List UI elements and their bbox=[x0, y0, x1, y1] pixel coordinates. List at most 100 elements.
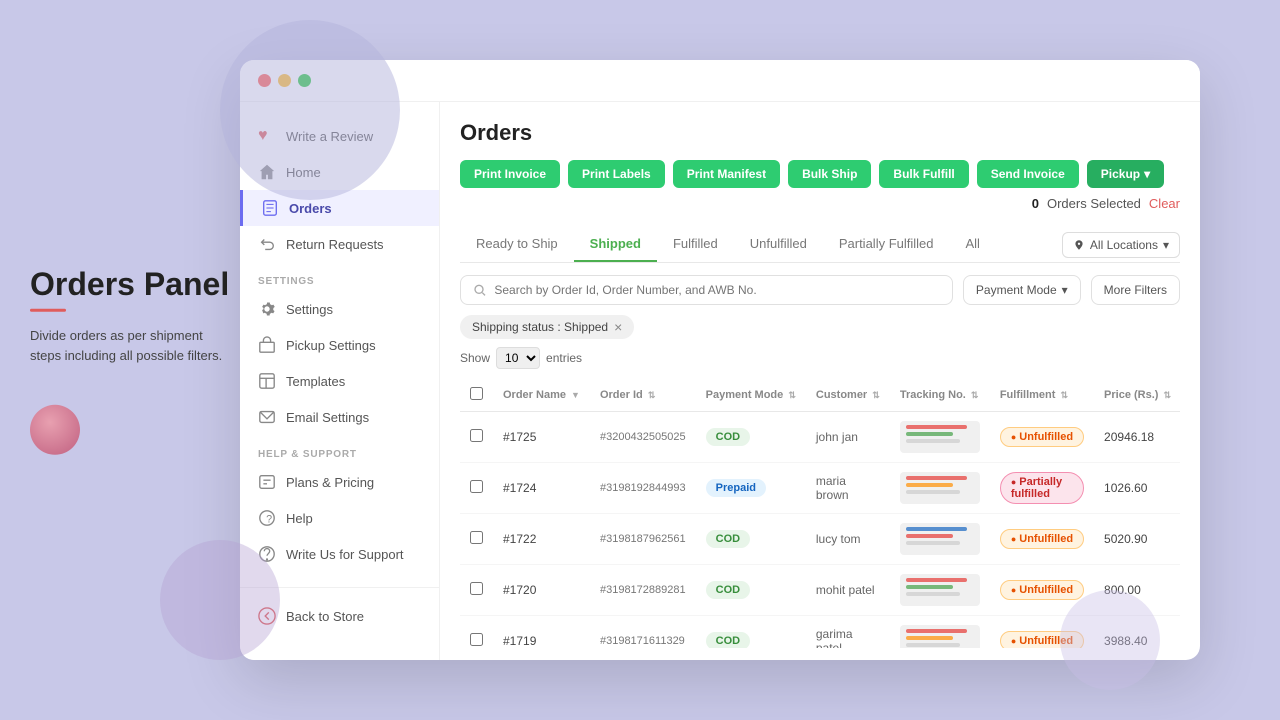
active-filters-row: Shipping status : Shipped × bbox=[460, 315, 1180, 347]
sidebar-label-help: Help bbox=[286, 511, 313, 526]
row-payment-mode: COD bbox=[696, 616, 806, 649]
row-order-id: #3198171611329 bbox=[590, 616, 696, 649]
search-input[interactable] bbox=[494, 283, 940, 297]
tab-fulfilled[interactable]: Fulfilled bbox=[657, 227, 734, 262]
customer-sort-icon: ⇅ bbox=[872, 390, 880, 400]
payment-mode-filter[interactable]: Payment Mode ▾ bbox=[963, 275, 1081, 305]
row-checkbox-cell bbox=[460, 514, 493, 565]
col-price[interactable]: Price (Rs.) ⇅ bbox=[1094, 379, 1180, 412]
row-price: 5020.90 bbox=[1094, 514, 1180, 565]
sidebar-item-pickup-settings[interactable]: Pickup Settings bbox=[240, 327, 439, 363]
row-order-name: #1720 bbox=[493, 565, 590, 616]
location-filter-label: All Locations bbox=[1090, 238, 1158, 252]
tracking-number-img bbox=[900, 574, 980, 606]
orders-icon bbox=[261, 199, 279, 217]
panel-title: Orders Panel bbox=[30, 265, 230, 303]
col-customer[interactable]: Customer ⇅ bbox=[806, 379, 890, 412]
row-payment-mode: COD bbox=[696, 412, 806, 463]
tab-partially-fulfilled[interactable]: Partially Fulfilled bbox=[823, 227, 950, 262]
fulfillment-badge: ●Unfulfilled bbox=[1000, 580, 1084, 600]
sidebar-item-return-requests[interactable]: Return Requests bbox=[240, 226, 439, 262]
row-customer: mohit patel bbox=[806, 565, 890, 616]
row-checkbox[interactable] bbox=[470, 531, 483, 544]
support-section-label: HELP & SUPPORT bbox=[240, 435, 439, 464]
tab-unfulfilled[interactable]: Unfulfilled bbox=[734, 227, 823, 262]
row-tracking bbox=[890, 412, 990, 463]
window-body: ♥ Write a Review Home Orders Return Requ… bbox=[240, 102, 1200, 660]
settings-section-label: SETTINGS bbox=[240, 262, 439, 291]
location-filter[interactable]: All Locations ▾ bbox=[1062, 232, 1180, 258]
price-sort-icon: ⇅ bbox=[1164, 390, 1172, 400]
sidebar-item-plans[interactable]: Plans & Pricing bbox=[240, 464, 439, 500]
row-fulfillment: ●Unfulfilled bbox=[990, 412, 1094, 463]
sidebar-item-orders[interactable]: Orders bbox=[240, 190, 439, 226]
row-payment-mode: Prepaid bbox=[696, 463, 806, 514]
print-labels-button[interactable]: Print Labels bbox=[568, 160, 665, 188]
remove-filter-button[interactable]: × bbox=[614, 319, 622, 335]
bg-decoration-3 bbox=[1060, 590, 1160, 690]
table-row: #1725 #3200432505025 COD john jan ●Unful… bbox=[460, 412, 1180, 463]
sidebar-label-settings: Settings bbox=[286, 302, 333, 317]
title-underline bbox=[30, 309, 66, 312]
row-checkbox[interactable] bbox=[470, 480, 483, 493]
tab-shipped[interactable]: Shipped bbox=[574, 227, 657, 262]
print-invoice-button[interactable]: Print Invoice bbox=[460, 160, 560, 188]
sidebar-label-back-to-store: Back to Store bbox=[286, 609, 364, 624]
col-tracking[interactable]: Tracking No. ⇅ bbox=[890, 379, 990, 412]
show-label: Show bbox=[460, 351, 490, 365]
sidebar-item-help[interactable]: ? Help bbox=[240, 500, 439, 536]
select-all-checkbox[interactable] bbox=[470, 387, 483, 400]
tabs-row: Ready to Ship Shipped Fulfilled Unfulfil… bbox=[460, 227, 1180, 263]
return-icon bbox=[258, 235, 276, 253]
gear-icon bbox=[258, 300, 276, 318]
payment-badge: COD bbox=[706, 632, 750, 648]
row-checkbox-cell bbox=[460, 565, 493, 616]
more-filters-button[interactable]: More Filters bbox=[1091, 275, 1180, 305]
sidebar-item-templates[interactable]: Templates bbox=[240, 363, 439, 399]
send-invoice-button[interactable]: Send Invoice bbox=[977, 160, 1079, 188]
bulk-fulfill-button[interactable]: Bulk Fulfill bbox=[879, 160, 968, 188]
payment-mode-dropdown-icon: ▾ bbox=[1062, 283, 1068, 297]
entries-row: Show 10 25 50 entries bbox=[460, 347, 1180, 369]
pickup-button[interactable]: Pickup ▾ bbox=[1087, 160, 1164, 188]
row-order-name: #1722 bbox=[493, 514, 590, 565]
row-customer: garima patel bbox=[806, 616, 890, 649]
location-icon bbox=[1073, 239, 1085, 251]
col-payment-mode[interactable]: Payment Mode ⇅ bbox=[696, 379, 806, 412]
payment-sort-icon: ⇅ bbox=[788, 390, 796, 400]
col-order-name[interactable]: Order Name ▼ bbox=[493, 379, 590, 412]
tracking-number-img bbox=[900, 523, 980, 555]
row-customer: maria brown bbox=[806, 463, 890, 514]
payment-badge: COD bbox=[706, 428, 750, 446]
row-order-id: #3198187962561 bbox=[590, 514, 696, 565]
sidebar-item-email-settings[interactable]: Email Settings bbox=[240, 399, 439, 435]
tab-ready-to-ship[interactable]: Ready to Ship bbox=[460, 227, 574, 262]
row-checkbox[interactable] bbox=[470, 429, 483, 442]
row-checkbox[interactable] bbox=[470, 633, 483, 646]
tab-all[interactable]: All bbox=[950, 227, 996, 262]
print-manifest-button[interactable]: Print Manifest bbox=[673, 160, 780, 188]
row-fulfillment: ●Unfulfilled bbox=[990, 514, 1094, 565]
sidebar-item-settings[interactable]: Settings bbox=[240, 291, 439, 327]
row-tracking bbox=[890, 616, 990, 649]
row-checkbox-cell bbox=[460, 616, 493, 649]
fulfillment-sort-icon: ⇅ bbox=[1061, 390, 1069, 400]
pickup-dropdown-icon: ▾ bbox=[1144, 167, 1150, 181]
entries-select[interactable]: 10 25 50 bbox=[496, 347, 540, 369]
entries-label: entries bbox=[546, 351, 582, 365]
row-customer: john jan bbox=[806, 412, 890, 463]
bulk-ship-button[interactable]: Bulk Ship bbox=[788, 160, 871, 188]
row-order-id: #3198172889281 bbox=[590, 565, 696, 616]
sidebar-label-plans: Plans & Pricing bbox=[286, 475, 374, 490]
sidebar-label-pickup-settings: Pickup Settings bbox=[286, 338, 376, 353]
col-order-id[interactable]: Order Id ⇅ bbox=[590, 379, 696, 412]
fulfillment-dot: ● bbox=[1011, 585, 1016, 595]
row-checkbox[interactable] bbox=[470, 582, 483, 595]
help-icon: ? bbox=[258, 509, 276, 527]
row-fulfillment: ●Partially fulfilled bbox=[990, 463, 1094, 514]
filter-row: Payment Mode ▾ More Filters bbox=[460, 275, 1180, 305]
table-row: #1724 #3198192844993 Prepaid maria brown… bbox=[460, 463, 1180, 514]
clear-button[interactable]: Clear bbox=[1149, 196, 1180, 211]
row-payment-mode: COD bbox=[696, 565, 806, 616]
col-fulfillment[interactable]: Fulfillment ⇅ bbox=[990, 379, 1094, 412]
